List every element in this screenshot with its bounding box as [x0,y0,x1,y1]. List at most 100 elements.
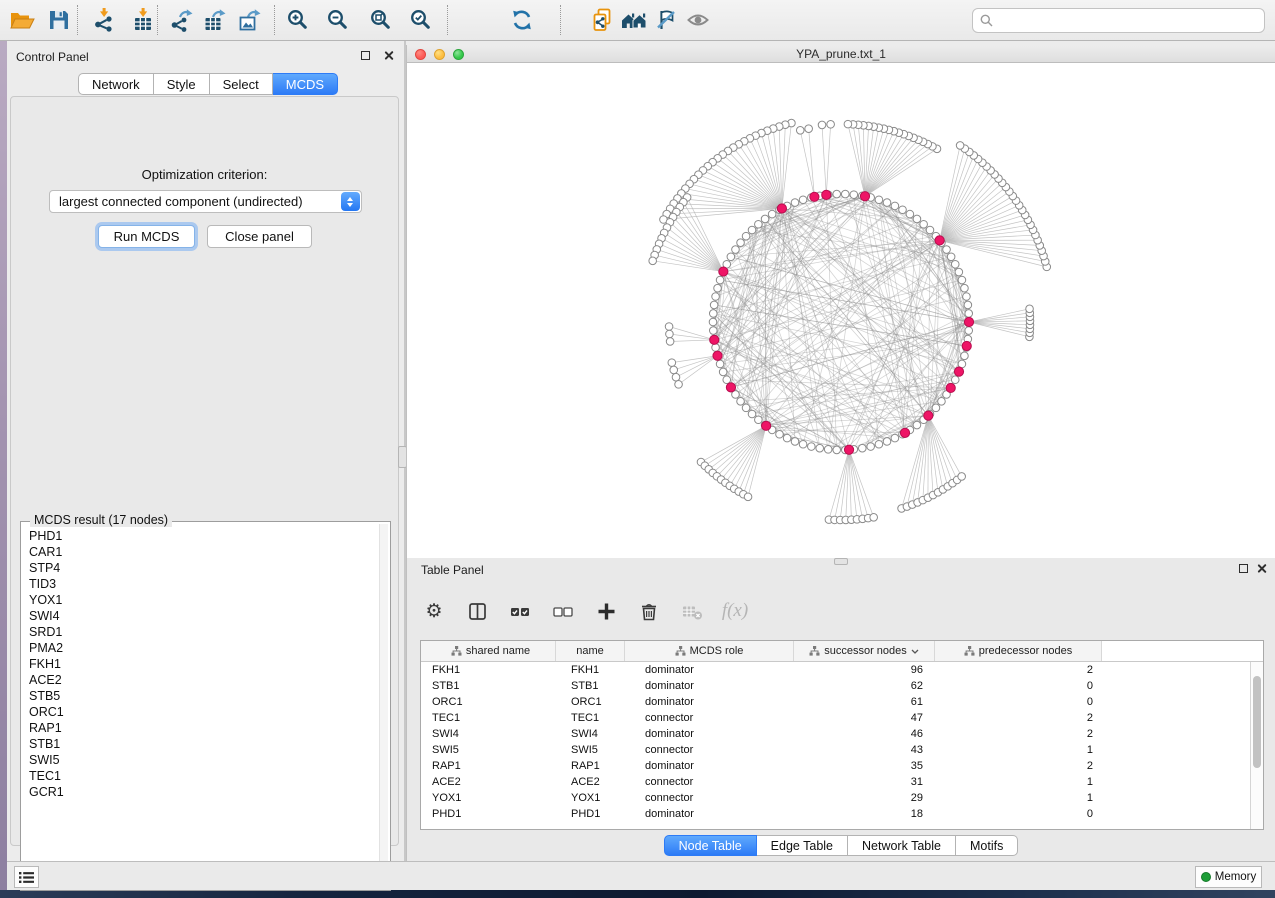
close-panel-button[interactable]: Close panel [207,225,312,248]
network-canvas[interactable] [407,63,1275,558]
result-item[interactable]: FKH1 [23,656,377,672]
result-item[interactable]: TID3 [23,576,377,592]
result-item[interactable]: STB1 [23,736,377,752]
float-table-panel-icon[interactable] [1239,564,1248,573]
cell-predecessor-nodes: 0 [935,806,1102,822]
mcds-hub-node [860,192,869,201]
deselect-all-button[interactable] [550,598,576,624]
tab-node-table[interactable]: Node Table [664,835,757,856]
result-item[interactable]: YOX1 [23,592,377,608]
optimization-criterion-select[interactable]: largest connected component (undirected) [49,190,362,213]
result-item[interactable]: SRD1 [23,624,377,640]
memory-status-icon [1201,872,1211,882]
close-panel-icon[interactable] [383,50,394,61]
result-item[interactable]: GCR1 [23,784,377,800]
zoom-in-button[interactable] [283,5,313,35]
copy-network-button[interactable] [587,5,617,35]
close-table-panel-icon[interactable] [1256,563,1267,574]
node-table: shared namenameMCDS rolesuccessor nodesp… [420,640,1264,830]
result-list-scrollbar[interactable] [379,524,388,888]
cell-MCDS-role: dominator [625,694,794,710]
table-scrollbar[interactable] [1250,662,1263,829]
zoom-selected-button[interactable] [406,5,436,35]
cell-successor-nodes: 35 [794,758,935,774]
add-row-button[interactable] [593,598,619,624]
table-row[interactable]: SWI5SWI5connector431 [421,742,1263,758]
tab-network-table[interactable]: Network Table [848,835,956,856]
tab-mcds[interactable]: MCDS [273,73,338,95]
network-graph[interactable] [407,63,1275,558]
cell-shared-name: TEC1 [426,710,556,726]
table-row[interactable]: FKH1FKH1dominator962 [421,662,1263,678]
table-row[interactable]: TEC1TEC1connector472 [421,710,1263,726]
tab-style[interactable]: Style [154,73,210,95]
tab-edge-table[interactable]: Edge Table [757,835,848,856]
cell-shared-name: SWI4 [426,726,556,742]
table-row[interactable]: SWI4SWI4dominator462 [421,726,1263,742]
table-row[interactable]: RAP1RAP1dominator352 [421,758,1263,774]
cell-name: ORC1 [556,694,625,710]
column-namespace-icon [809,646,820,656]
show-all-button[interactable] [683,5,713,35]
save-session-button[interactable] [44,5,74,35]
column-header-successor-nodes[interactable]: successor nodes [794,641,935,661]
task-history-button[interactable] [14,866,39,888]
search-input[interactable] [998,9,1264,32]
control-panel: Control Panel NetworkStyleSelectMCDS Opt… [7,41,405,861]
run-mcds-button[interactable]: Run MCDS [98,225,195,248]
zoom-out-icon [326,8,350,32]
delete-table-icon [682,602,703,621]
cell-MCDS-role: connector [625,742,794,758]
export-network-button[interactable] [167,5,197,35]
select-all-button[interactable] [507,598,533,624]
result-item[interactable]: SWI5 [23,752,377,768]
result-item[interactable]: PMA2 [23,640,377,656]
result-item[interactable]: STP4 [23,560,377,576]
mcds-hub-node [935,236,944,245]
table-panel: Table Panel ⚙ [406,558,1275,861]
cell-MCDS-role: dominator [625,806,794,822]
tab-select[interactable]: Select [210,73,273,95]
float-panel-icon[interactable] [361,51,370,60]
table-body: FKH1FKH1dominator962STB1STB1dominator620… [421,662,1263,822]
result-item[interactable]: PHD1 [23,528,377,544]
tab-network[interactable]: Network [78,73,154,95]
tab-motifs[interactable]: Motifs [956,835,1018,856]
column-header-MCDS-role[interactable]: MCDS role [625,641,794,661]
table-row[interactable]: ORC1ORC1dominator610 [421,694,1263,710]
result-item[interactable]: SWI4 [23,608,377,624]
memory-button[interactable]: Memory [1195,866,1262,888]
open-file-button[interactable] [7,5,37,35]
export-table-button[interactable] [200,5,230,35]
column-header-name[interactable]: name [556,641,625,661]
refresh-icon [510,8,534,32]
import-table-button[interactable] [128,5,158,35]
zoom-out-button[interactable] [323,5,353,35]
result-item[interactable]: ACE2 [23,672,377,688]
export-image-button[interactable] [235,5,265,35]
result-item[interactable]: RAP1 [23,720,377,736]
mcds-hub-node [946,383,955,392]
delete-rows-button[interactable] [636,598,662,624]
table-options-button[interactable]: ⚙ [421,598,447,624]
table-row[interactable]: ACE2ACE2connector311 [421,774,1263,790]
show-columns-button[interactable] [464,598,490,624]
table-row[interactable]: STB1STB1dominator620 [421,678,1263,694]
refresh-view-button[interactable] [507,5,537,35]
result-item[interactable]: CAR1 [23,544,377,560]
table-divider-handle[interactable] [834,558,848,565]
hide-selected-button[interactable] [651,5,681,35]
import-network-button[interactable] [89,5,119,35]
cell-MCDS-role: dominator [625,662,794,678]
table-scrollbar-thumb[interactable] [1253,676,1261,768]
zoom-fit-button[interactable] [366,5,396,35]
first-neighbors-button[interactable] [619,5,649,35]
table-row[interactable]: YOX1YOX1connector291 [421,790,1263,806]
column-header-shared-name[interactable]: shared name [426,641,556,661]
result-item[interactable]: STB5 [23,688,377,704]
table-row[interactable]: PHD1PHD1dominator180 [421,806,1263,822]
result-item[interactable]: TEC1 [23,768,377,784]
result-item[interactable]: ORC1 [23,704,377,720]
cell-predecessor-nodes: 2 [935,710,1102,726]
column-header-predecessor-nodes[interactable]: predecessor nodes [935,641,1102,661]
